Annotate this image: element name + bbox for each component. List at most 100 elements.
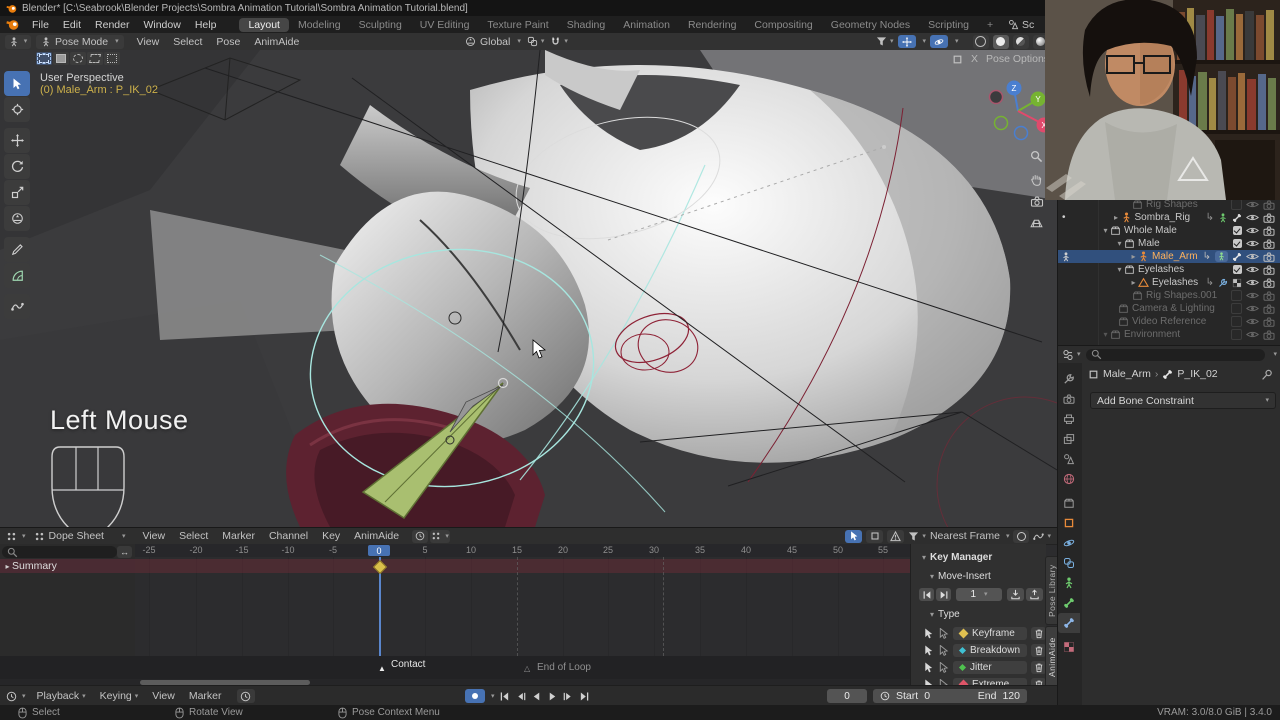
exclude-checkbox[interactable] — [1233, 265, 1242, 274]
dope-menu-key[interactable]: Key — [315, 530, 347, 542]
dope-menu-select[interactable]: Select — [172, 530, 215, 542]
deselect-keys-icon[interactable] — [938, 662, 949, 673]
eye-icon[interactable] — [1246, 200, 1259, 209]
current-frame-field[interactable]: 0 — [827, 689, 867, 703]
trash-icon[interactable] — [1031, 661, 1046, 674]
select-mode-box[interactable] — [53, 52, 69, 65]
exclude-checkbox[interactable] — [1231, 316, 1242, 327]
properties-editor-type[interactable]: ▾ — [1062, 349, 1081, 361]
deselect-keys-icon[interactable] — [938, 645, 949, 656]
insert-down-button[interactable] — [1007, 588, 1024, 601]
workspace-tab-scripting[interactable]: Scripting — [919, 18, 978, 32]
footer-menu-view[interactable]: View — [145, 690, 182, 702]
eye-icon[interactable] — [1246, 304, 1259, 313]
keying-icon-button[interactable]: ▾ — [430, 529, 451, 543]
ortho-grid-icon[interactable] — [1030, 217, 1043, 230]
outliner-row-whole-male[interactable]: ▾ Whole Male — [1058, 224, 1280, 237]
breadcrumb-bone[interactable]: P_IK_02 — [1177, 368, 1217, 380]
box-select-toggle[interactable] — [866, 529, 884, 543]
eye-icon[interactable] — [1246, 252, 1259, 261]
select-keys-icon[interactable] — [923, 645, 934, 656]
proportional-edit-dropdown[interactable]: ▾ — [550, 36, 568, 47]
footer-menu-keying[interactable]: Keying ▾ — [93, 690, 146, 702]
dope-mode-dropdown[interactable]: Dope Sheet ▾ — [34, 530, 126, 542]
camera-icon[interactable] — [1263, 265, 1275, 275]
channel-summary[interactable]: ▸ Summary — [0, 559, 135, 573]
dope-menu-view[interactable]: View — [136, 530, 173, 542]
timeline-area[interactable]: -25 -20 -15 -10 -5 5 10 15 20 25 30 35 4… — [135, 544, 910, 656]
tool-rotate[interactable] — [4, 154, 30, 179]
footer-menu-playback[interactable]: Playback ▾ — [30, 690, 93, 702]
viewport-3d[interactable]: User Perspective (0) Male_Arm : P_IK_02 … — [0, 50, 1057, 527]
camera-icon[interactable] — [1263, 330, 1275, 340]
exclude-checkbox[interactable] — [1231, 329, 1242, 340]
proportional-icon[interactable] — [952, 54, 963, 65]
outliner-row-eyelashes-mesh[interactable]: ▸ Eyelashes ↳ — [1058, 276, 1280, 289]
exclude-checkbox[interactable] — [1231, 303, 1242, 314]
menu-help[interactable]: Help — [188, 19, 224, 31]
gizmos-toggle[interactable] — [897, 35, 916, 48]
marker-triangle-normal[interactable]: △ — [524, 664, 530, 673]
select-mode-lasso[interactable] — [87, 52, 103, 65]
tool-select-box[interactable] — [4, 71, 30, 96]
tab-object-data[interactable] — [1058, 573, 1080, 593]
outliner-row-male-arm[interactable]: ▸ Male_Arm ↳ — [1058, 250, 1280, 263]
pan-hand-icon[interactable] — [1030, 173, 1043, 186]
end-value[interactable]: 120 — [1002, 690, 1020, 702]
properties-search[interactable] — [1085, 348, 1266, 361]
camera-icon[interactable] — [1263, 226, 1275, 236]
snap-mode-dropdown[interactable]: Nearest Frame ▾ — [930, 530, 1010, 542]
tab-tool[interactable] — [1058, 369, 1080, 389]
tool-cursor[interactable] — [4, 97, 30, 122]
play-button[interactable] — [546, 690, 559, 702]
camera-icon[interactable] — [1263, 239, 1275, 249]
playhead-frame-badge[interactable]: 0 — [368, 545, 390, 556]
workspace-tab-uv-editing[interactable]: UV Editing — [411, 18, 479, 32]
fit-range-button[interactable]: ↔ — [117, 546, 132, 558]
start-value[interactable]: 0 — [924, 690, 930, 702]
eye-icon[interactable] — [1246, 239, 1259, 248]
shading-material-button[interactable] — [1012, 34, 1029, 49]
outliner-row-rig-shapes-001[interactable]: Rig Shapes.001 — [1058, 289, 1280, 302]
deselect-keys-icon[interactable] — [938, 628, 949, 639]
workspace-tab-texture-paint[interactable]: Texture Paint — [478, 18, 557, 32]
insert-up-button[interactable] — [1026, 588, 1043, 601]
menu-window[interactable]: Window — [136, 19, 187, 31]
menu-file[interactable]: File — [25, 19, 56, 31]
tab-constraints[interactable] — [1058, 553, 1080, 573]
mode-selector[interactable]: Pose Mode ▾ — [36, 34, 124, 49]
exclude-checkbox[interactable] — [1233, 226, 1242, 235]
eye-icon[interactable] — [1246, 265, 1259, 274]
workspace-tab-layout[interactable]: Layout — [239, 17, 289, 32]
eye-icon[interactable] — [1246, 291, 1259, 300]
editor-type-button[interactable]: ▾ — [5, 34, 31, 49]
camera-icon[interactable] — [1263, 200, 1275, 210]
marker-label-end-of-loop[interactable]: End of Loop — [537, 662, 591, 673]
key-type-button[interactable]: Keyframe — [953, 627, 1028, 640]
tab-render[interactable] — [1058, 389, 1080, 409]
key-manager-header[interactable]: ▾ Key Manager — [919, 552, 1046, 563]
eye-icon[interactable] — [1246, 330, 1259, 339]
outliner-row-environment[interactable]: ▾ Environment — [1058, 328, 1280, 341]
pin-icon[interactable] — [1261, 369, 1273, 381]
key-type-button[interactable]: Jitter — [953, 661, 1028, 674]
workspace-tab-modeling[interactable]: Modeling — [289, 18, 350, 32]
frame-range-fields[interactable]: Start 0 End 120 — [873, 689, 1027, 703]
exclude-checkbox[interactable] — [1233, 239, 1242, 248]
dope-menu-animaide[interactable]: AnimAide — [347, 530, 406, 542]
edit-mode-pointer-toggle[interactable] — [845, 529, 863, 543]
workspace-tab-rendering[interactable]: Rendering — [679, 18, 745, 32]
tab-texture[interactable] — [1058, 637, 1080, 657]
zoom-icon[interactable] — [1030, 150, 1043, 163]
orientation-dropdown[interactable]: Global ▾ — [465, 36, 521, 48]
tab-bone-constraint[interactable] — [1058, 613, 1080, 633]
vp-menu-select[interactable]: Select — [166, 36, 209, 48]
prev-keyframe-button[interactable] — [514, 690, 527, 702]
eye-icon[interactable] — [1246, 317, 1259, 326]
outliner-row-male[interactable]: ▾ Male — [1058, 237, 1280, 250]
outliner-row-eyelashes-collection[interactable]: ▾ Eyelashes — [1058, 263, 1280, 276]
eye-icon[interactable] — [1246, 278, 1259, 287]
camera-icon[interactable] — [1263, 304, 1275, 314]
camera-icon[interactable] — [1263, 317, 1275, 327]
jump-to-end-button[interactable] — [578, 690, 591, 702]
